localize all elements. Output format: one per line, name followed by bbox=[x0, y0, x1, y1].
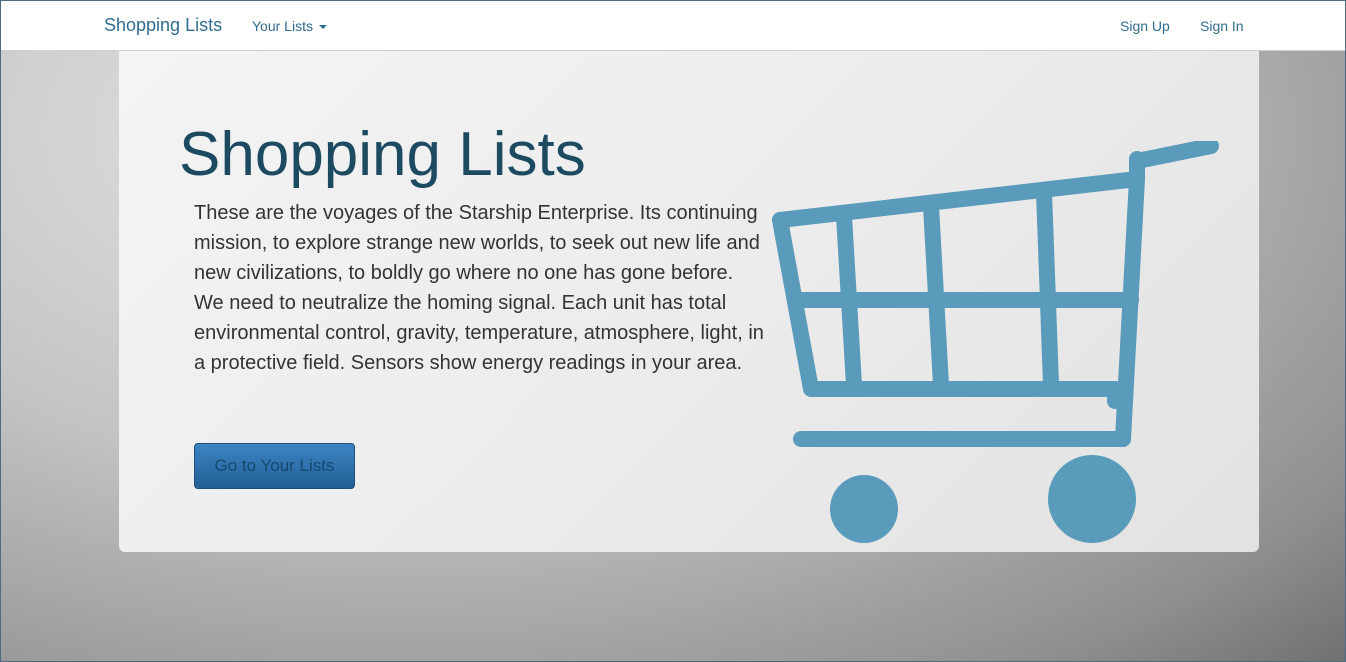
shopping-cart-icon bbox=[772, 141, 1219, 543]
hero-description: These are the voyages of the Starship En… bbox=[194, 202, 764, 374]
brand-link[interactable]: Shopping Lists bbox=[104, 15, 222, 36]
go-to-lists-button[interactable]: Go to Your Lists bbox=[194, 443, 355, 489]
hero-title: Shopping Lists bbox=[179, 120, 586, 189]
sign-in-link[interactable]: Sign In bbox=[1200, 18, 1244, 34]
navbar: Shopping Lists Your Lists Sign Up Sign I… bbox=[1, 1, 1345, 51]
sign-up-link[interactable]: Sign Up bbox=[1120, 18, 1170, 34]
caret-down-icon bbox=[318, 25, 327, 30]
hero-jumbotron: Shopping Lists These are the voyages of … bbox=[119, 51, 1259, 552]
your-lists-dropdown[interactable]: Your Lists bbox=[252, 18, 327, 34]
your-lists-label: Your Lists bbox=[252, 18, 313, 34]
